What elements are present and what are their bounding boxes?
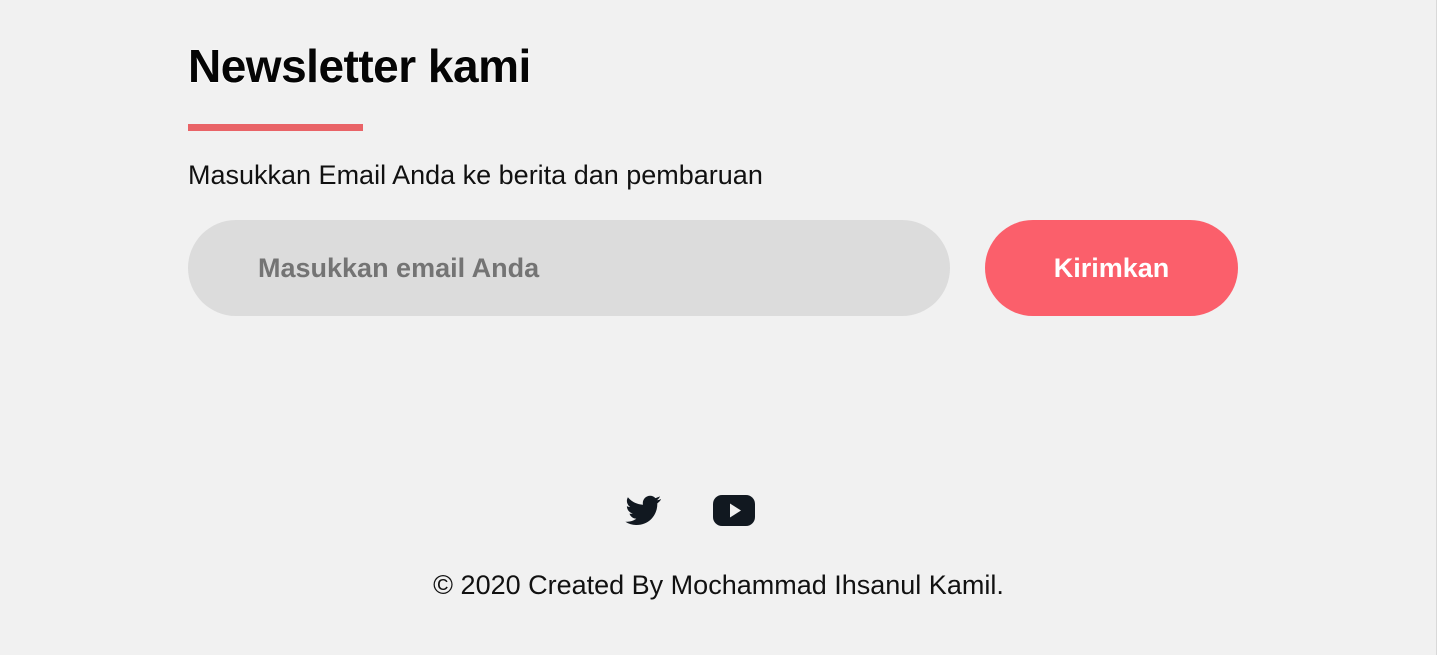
email-input[interactable]	[188, 220, 950, 316]
twitter-icon	[625, 495, 661, 525]
submit-button[interactable]: Kirimkan	[985, 220, 1238, 316]
youtube-link[interactable]	[712, 489, 756, 531]
newsletter-title: Newsletter kami	[188, 40, 531, 92]
youtube-icon	[713, 495, 755, 526]
newsletter-section: Newsletter kami Masukkan Email Anda ke b…	[188, 38, 1248, 316]
title-accent-line	[188, 124, 363, 131]
newsletter-subtitle: Masukkan Email Anda ke berita dan pembar…	[188, 160, 763, 190]
newsletter-form: Kirimkan	[188, 220, 1238, 316]
copyright-text: © 2020 Created By Mochammad Ihsanul Kami…	[433, 570, 1004, 600]
social-links	[622, 489, 762, 531]
twitter-link[interactable]	[622, 489, 664, 531]
